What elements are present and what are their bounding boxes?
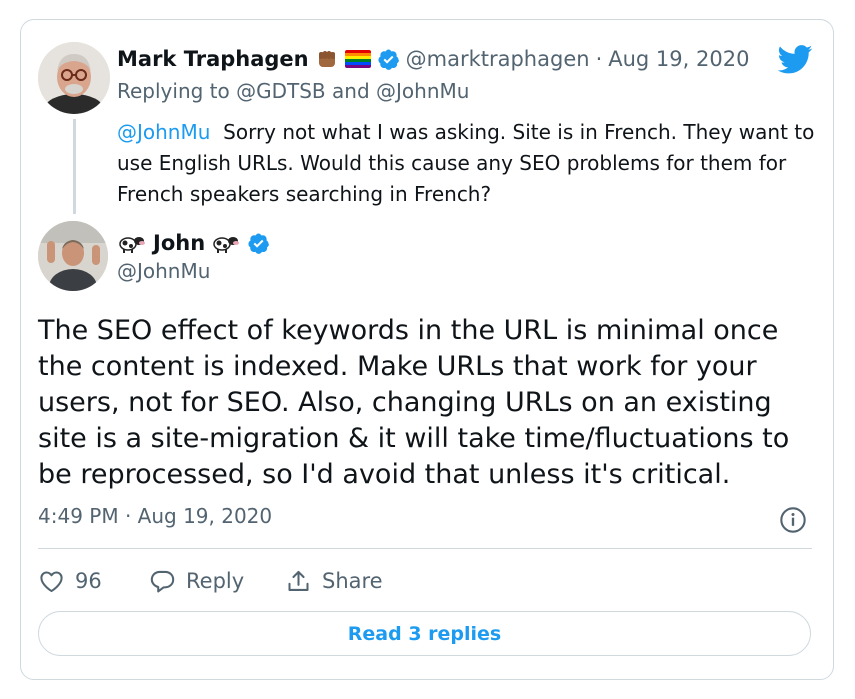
replying-to-prefix: Replying to (117, 79, 230, 103)
read-replies-button[interactable]: Read 3 replies (38, 611, 811, 656)
verified-badge-icon (378, 48, 399, 70)
share-button[interactable]: Share (285, 568, 383, 595)
twitter-bird-icon[interactable] (778, 45, 813, 74)
avatar-portrait-image (38, 221, 108, 291)
speech-bubble-icon (150, 570, 175, 592)
heart-icon (40, 570, 63, 592)
avatar-portrait-image (38, 42, 110, 114)
rainbow-flag-icon (344, 50, 371, 68)
author-handle-mark[interactable]: @marktraphagen (406, 47, 590, 71)
raised-fist-icon (318, 51, 335, 67)
replying-to-user-1[interactable]: @GDTSB (236, 79, 326, 103)
main-tweet-header: John (117, 228, 270, 258)
verified-badge-icon (248, 232, 270, 254)
date-separator: · (595, 47, 603, 71)
like-button[interactable]: 96 (38, 568, 149, 595)
share-label: Share (322, 569, 383, 593)
parent-tweet-header: Mark Traphagen @marktraphagen · Aug 19, … (117, 43, 749, 75)
author-name-mark[interactable]: Mark Traphagen (117, 47, 309, 71)
info-icon[interactable] (779, 506, 807, 534)
main-tweet-text: The SEO effect of keywords in the URL is… (38, 315, 790, 490)
reply-label: Reply (186, 569, 245, 593)
tweet-actions: 96 Reply Share (38, 563, 383, 599)
reply-button[interactable]: Reply (149, 568, 285, 595)
parent-tweet-text: @JohnMu Sorry not what I was asking. Sit… (117, 117, 817, 210)
replying-to-line: Replying to @GDTSB and @JohnMu (117, 79, 469, 103)
like-count: 96 (75, 569, 102, 593)
parent-tweet-body: Sorry not what I was asking. Site is in … (117, 120, 815, 206)
tweet-card: Mark Traphagen @marktraphagen · Aug 19, … (20, 19, 834, 680)
share-upload-icon (288, 570, 309, 591)
cow-icon (213, 237, 240, 253)
cow-icon (119, 237, 145, 253)
divider (38, 548, 812, 549)
thread-connector-line (73, 119, 76, 214)
avatar-mark-traphagen[interactable] (38, 42, 110, 114)
tweet-timestamp[interactable]: 4:49 PM · Aug 19, 2020 (38, 504, 272, 528)
replying-to-user-2[interactable]: @JohnMu (376, 79, 469, 103)
mention-link[interactable]: @JohnMu (117, 120, 210, 144)
avatar-john-mu[interactable] (38, 221, 108, 291)
replying-to-and: and (332, 79, 370, 103)
parent-tweet-date[interactable]: Aug 19, 2020 (608, 47, 749, 71)
author-handle-john[interactable]: @JohnMu (117, 259, 210, 283)
author-name-john[interactable]: John (153, 231, 205, 255)
